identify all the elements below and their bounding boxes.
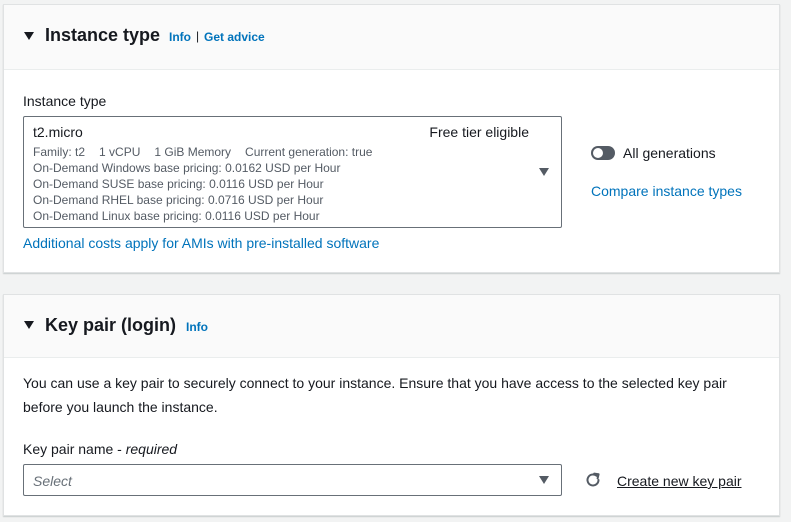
required-marker: required bbox=[125, 441, 178, 457]
toggle-knob bbox=[593, 148, 603, 158]
instance-family: Family: t2 bbox=[33, 145, 86, 159]
free-tier-badge: Free tier eligible bbox=[429, 124, 529, 140]
all-generations-toggle[interactable] bbox=[591, 146, 615, 160]
instance-vcpu: 1 vCPU bbox=[99, 145, 141, 159]
key-pair-field-label: Key pair name - required bbox=[23, 441, 177, 457]
instance-specs: Family: t2 1 vCPU 1 GiB Memory Current gene… bbox=[33, 145, 372, 159]
instance-type-field-label: Instance type bbox=[23, 93, 107, 109]
all-generations-label: All generations bbox=[623, 145, 716, 161]
key-pair-info-link[interactable]: Info bbox=[186, 320, 208, 334]
pricing-linux: On-Demand Linux base pricing: 0.0116 USD… bbox=[33, 209, 320, 223]
key-pair-header[interactable]: Key pair (login) Info bbox=[4, 295, 779, 358]
separator: | bbox=[196, 29, 200, 43]
key-pair-panel: Key pair (login) Info You can use a key … bbox=[3, 294, 780, 516]
additional-costs-link[interactable]: Additional costs apply for AMIs with pre… bbox=[23, 235, 379, 251]
key-pair-select[interactable]: Select bbox=[23, 464, 562, 496]
pricing-suse: On-Demand SUSE base pricing: 0.0116 USD … bbox=[33, 177, 324, 191]
caret-down-icon[interactable] bbox=[539, 168, 549, 176]
get-advice-link[interactable]: Get advice bbox=[204, 30, 265, 44]
instance-type-select[interactable]: t2.micro Free tier eligible Family: t2 1 … bbox=[23, 116, 562, 228]
compare-instance-types-link[interactable]: Compare instance types bbox=[591, 183, 742, 199]
refresh-icon[interactable] bbox=[584, 471, 602, 489]
caret-down-icon[interactable] bbox=[539, 476, 549, 484]
instance-generation: Current generation: true bbox=[245, 145, 373, 159]
key-pair-description: You can use a key pair to securely conne… bbox=[23, 375, 727, 415]
caret-down-icon[interactable] bbox=[24, 321, 34, 329]
key-pair-field-name: Key pair name - bbox=[23, 441, 126, 457]
pricing-windows: On-Demand Windows base pricing: 0.0162 U… bbox=[33, 161, 341, 175]
instance-memory: 1 GiB Memory bbox=[154, 145, 232, 159]
pricing-rhel: On-Demand RHEL base pricing: 0.0716 USD … bbox=[33, 193, 324, 207]
instance-type-header[interactable]: Instance type Info | Get advice bbox=[4, 5, 779, 70]
key-pair-title: Key pair (login) bbox=[45, 315, 177, 335]
create-key-pair-link[interactable]: Create new key pair bbox=[617, 473, 742, 489]
key-pair-placeholder: Select bbox=[33, 473, 72, 489]
instance-type-info-link[interactable]: Info bbox=[169, 30, 191, 44]
caret-down-icon[interactable] bbox=[24, 32, 34, 40]
instance-type-panel: Instance type Info | Get advice Instance… bbox=[3, 4, 780, 273]
instance-type-title: Instance type bbox=[45, 25, 161, 45]
selected-instance-name: t2.micro bbox=[33, 124, 83, 140]
